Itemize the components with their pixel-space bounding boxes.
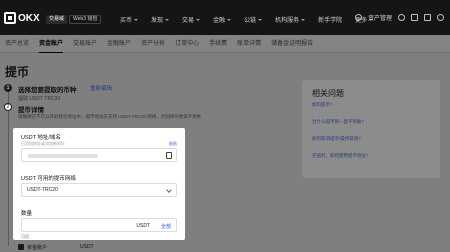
chevron-down-icon xyxy=(196,18,201,21)
bell-icon[interactable] xyxy=(411,14,418,21)
network-select[interactable]: USDT-TRC20 xyxy=(21,183,177,197)
amount-all-button[interactable]: 全部 xyxy=(161,223,171,230)
address-book-icon[interactable] xyxy=(166,152,172,159)
download-icon[interactable] xyxy=(424,14,431,21)
amount-label: 数量 xyxy=(21,211,33,217)
tab-funding-account[interactable]: 资金账户 xyxy=(39,35,64,53)
logo-mark-icon xyxy=(4,12,16,24)
chevron-down-icon xyxy=(301,18,306,21)
funding-account-checkbox[interactable] xyxy=(18,244,24,250)
address-value-redacted xyxy=(28,154,98,158)
page-title: 提币 xyxy=(5,65,30,79)
selected-coin: 提取 USDT-TRC20 xyxy=(18,96,61,102)
related-link[interactable]: 如何取消提币/操作取消? xyxy=(312,136,369,142)
nav-pill-exchange[interactable]: 交易域 xyxy=(46,15,68,24)
paste-button[interactable]: 粘贴 xyxy=(169,141,177,147)
sub-nav: 资产总览 资金账户 交易账户 金融账户 资产分析 订单中心 手续费 账单详情 储… xyxy=(0,35,450,53)
nav-link-discover[interactable]: 发现 xyxy=(151,15,170,24)
asset-management-button[interactable]: 资产管理 xyxy=(368,13,392,22)
amount-input[interactable]: USDT 全部 xyxy=(21,218,177,232)
tab-bills[interactable]: 账单详情 xyxy=(237,35,261,53)
logo-text: OKX xyxy=(18,12,40,24)
related-link[interactable]: 充值时，如何使用提币地址? xyxy=(312,153,369,159)
step-2-indicator: 2 xyxy=(4,103,12,111)
chevron-down-icon xyxy=(165,18,170,21)
tab-order-center[interactable]: 订单中心 xyxy=(175,35,199,53)
step-2-title: 提币详情 xyxy=(18,107,44,114)
network-value: USDT-TRC20 xyxy=(27,187,58,193)
tab-finance-account[interactable]: 金融账户 xyxy=(107,35,131,53)
nav-link-finance[interactable]: 金融 xyxy=(213,15,232,24)
withdraw-form-card: USDT 地址/域名 已添加地址或添加新地址 粘贴 USDT 可用的提币网络 U… xyxy=(13,128,185,240)
step-1-title: 选择您要提取的币种 xyxy=(18,87,77,94)
amount-unit: USDT xyxy=(136,223,150,229)
funding-account-value: USDT xyxy=(80,244,94,250)
address-input[interactable] xyxy=(21,148,177,162)
sub-tabs: 资产总览 资金账户 交易账户 金融账户 资产分析 订单中心 手续费 账单详情 储… xyxy=(5,35,313,53)
nav-link-chain[interactable]: 公链 xyxy=(244,15,263,24)
chevron-down-icon xyxy=(166,187,172,193)
nav-link-trade[interactable]: 交易 xyxy=(182,15,201,24)
nav-right: 资产管理 xyxy=(354,13,444,22)
nav-link-academy[interactable]: 新手学院 xyxy=(318,15,342,24)
tab-trading-account[interactable]: 交易账户 xyxy=(73,35,97,53)
step-2-description: 请确保在不可公开的钱包地址中，提币地址仅支持 USDT-TRC20 网络，否则将… xyxy=(18,114,202,119)
chevron-down-icon xyxy=(227,18,232,21)
tab-overview[interactable]: 资产总览 xyxy=(5,35,29,53)
related-link[interactable]: 如何提币? xyxy=(312,102,369,108)
related-questions-panel: 相关问题 如何提币? 为什么提币到一直不到账? 如何取消提币/操作取消? 充值时… xyxy=(302,80,440,178)
related-links: 如何提币? 为什么提币到一直不到账? 如何取消提币/操作取消? 充值时，如何使用… xyxy=(312,102,369,170)
nav-link-institutional[interactable]: 机构服务 xyxy=(275,15,306,24)
globe-icon[interactable] xyxy=(437,14,444,21)
step-1-indicator: 1 xyxy=(4,84,12,92)
chevron-down-icon xyxy=(258,18,263,21)
tab-proof-of-reserves[interactable]: 储备金证明报告 xyxy=(271,35,313,53)
re-edit-link[interactable]: 重新编辑 xyxy=(90,84,112,92)
address-label: USDT 地址/域名 xyxy=(21,135,61,141)
chevron-down-icon xyxy=(134,18,139,21)
top-nav: OKX 交易域 Web3 钱包 买币 发现 交易 金融 公链 机构服务 新手学院… xyxy=(0,0,450,35)
logo[interactable]: OKX xyxy=(4,12,40,24)
search-icon[interactable] xyxy=(354,14,362,21)
address-hint: 已添加地址或添加新地址 xyxy=(21,141,65,146)
funding-account-label: 资金账户 xyxy=(27,245,48,251)
nav-pill-wallet[interactable]: Web3 钱包 xyxy=(69,15,102,24)
network-label: USDT 可用的提币网络 xyxy=(21,176,76,182)
related-link[interactable]: 为什么提币到一直不到账? xyxy=(312,119,369,125)
amount-available-note: 可用 xyxy=(21,234,29,239)
related-title: 相关问题 xyxy=(312,89,344,98)
tab-asset-analysis[interactable]: 资产分析 xyxy=(141,35,165,53)
tab-fees[interactable]: 手续费 xyxy=(209,35,227,53)
nav-links: 买币 发现 交易 金融 公链 机构服务 新手学院 更多 xyxy=(120,15,374,24)
user-icon[interactable] xyxy=(398,14,405,21)
nav-link-buy[interactable]: 买币 xyxy=(120,15,139,24)
